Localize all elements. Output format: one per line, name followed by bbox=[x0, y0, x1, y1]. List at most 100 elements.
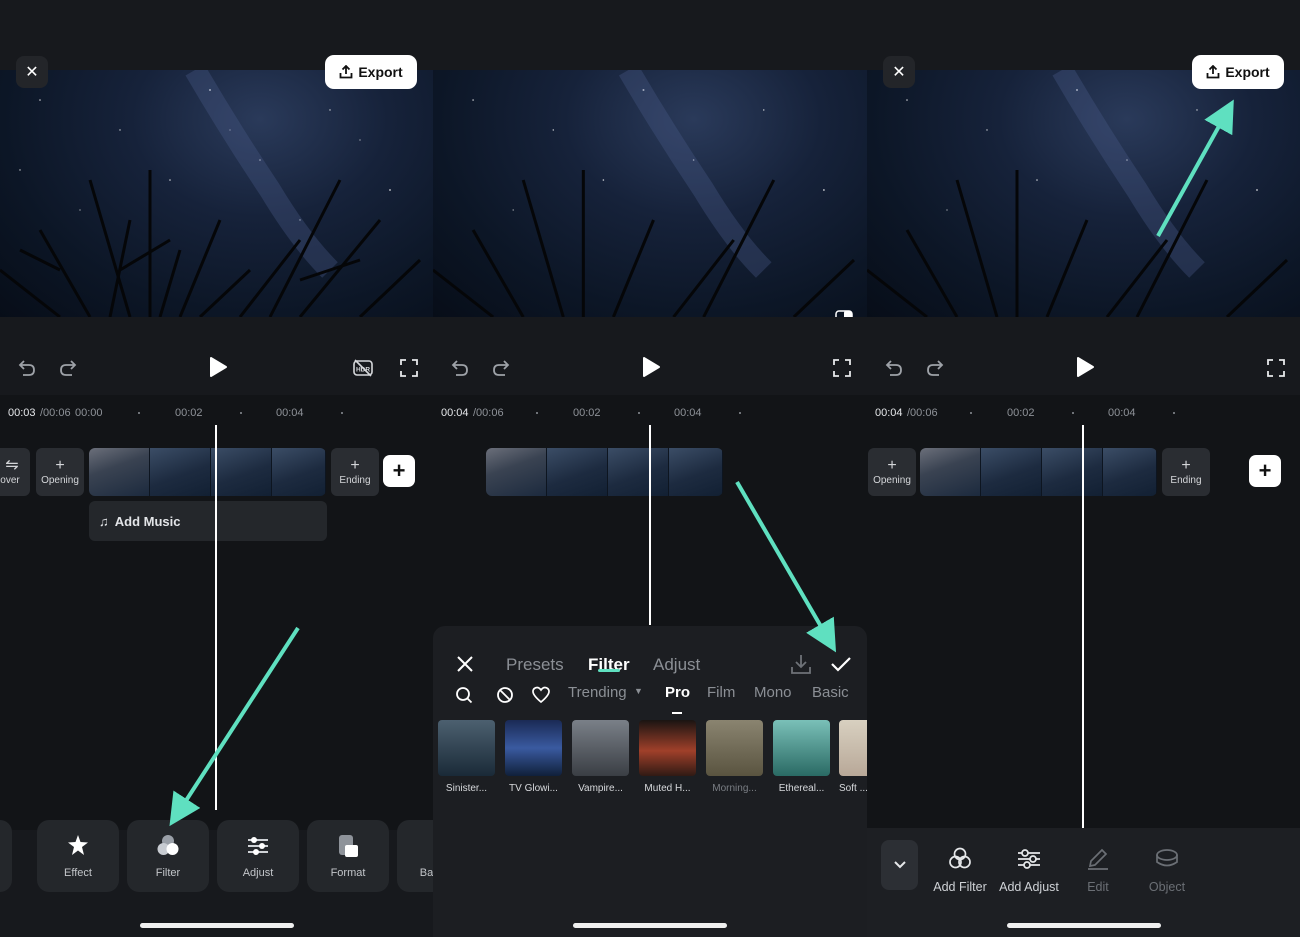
search-icon[interactable] bbox=[455, 686, 473, 704]
playhead[interactable] bbox=[1082, 425, 1084, 828]
opening-button[interactable]: + Opening bbox=[36, 448, 84, 496]
filter-tool-button[interactable]: Filter bbox=[127, 820, 209, 892]
add-clip-button[interactable]: + bbox=[1249, 455, 1281, 487]
chevron-down-icon[interactable]: ▼ bbox=[634, 686, 643, 696]
edit-pencil-icon bbox=[1085, 846, 1111, 872]
playback-controls: HDR bbox=[0, 317, 433, 395]
share-upload-icon bbox=[1206, 65, 1220, 79]
category-trending[interactable]: Trending bbox=[568, 684, 627, 701]
timeline[interactable]: 00:04 /00:06 00:02 00:04 + Opening + End… bbox=[867, 395, 1300, 828]
favorites-heart-icon[interactable] bbox=[532, 686, 550, 704]
video-preview[interactable] bbox=[433, 70, 867, 317]
total-duration: /00:06 bbox=[473, 407, 504, 419]
category-film[interactable]: Film bbox=[707, 684, 735, 701]
filter-thumb-sinister[interactable]: Sinister... bbox=[438, 720, 495, 794]
ruler-label: 00:02 bbox=[175, 407, 203, 419]
close-button[interactable]: ✕ bbox=[16, 56, 48, 88]
add-music-button[interactable]: ♫ Add Music bbox=[89, 501, 327, 541]
play-icon[interactable] bbox=[1075, 356, 1095, 378]
background-icon bbox=[425, 833, 433, 859]
category-pro[interactable]: Pro bbox=[665, 684, 690, 701]
redo-icon[interactable] bbox=[490, 357, 512, 379]
category-basic[interactable]: Basic bbox=[812, 684, 849, 701]
download-icon[interactable] bbox=[789, 652, 813, 676]
total-duration: /00:06 bbox=[40, 407, 71, 419]
current-time: 00:03 bbox=[8, 407, 36, 419]
ruler-label: 00:04 bbox=[1108, 407, 1136, 419]
adjust-tool-button[interactable]: Adjust bbox=[217, 820, 299, 892]
filter-thumb-soft[interactable]: Soft ... bbox=[839, 720, 867, 794]
edit-toolbar: Add Filter Add Adjust Edit Object bbox=[867, 828, 1300, 937]
play-icon[interactable] bbox=[641, 356, 661, 378]
video-clip[interactable] bbox=[89, 448, 326, 496]
redo-icon[interactable] bbox=[924, 357, 946, 379]
timeline[interactable]: 00:03 /00:06 00:00 00:02 00:04 ⇋ over + … bbox=[0, 395, 433, 830]
home-indicator bbox=[1007, 923, 1161, 928]
music-note-icon: ♫ bbox=[99, 514, 109, 529]
fullscreen-icon[interactable] bbox=[831, 357, 853, 379]
ending-button[interactable]: + Ending bbox=[1162, 448, 1210, 496]
filter-thumb-morning[interactable]: Morning... bbox=[706, 720, 763, 794]
undo-icon[interactable] bbox=[16, 357, 38, 379]
plus-icon: + bbox=[1181, 459, 1190, 473]
adjust-icon bbox=[245, 833, 271, 859]
night-sky-image bbox=[867, 70, 1300, 317]
video-preview[interactable] bbox=[0, 70, 433, 317]
category-mono[interactable]: Mono bbox=[754, 684, 792, 701]
filter-thumb-vampire[interactable]: Vampire... bbox=[572, 720, 629, 794]
night-sky-image bbox=[433, 70, 867, 317]
playback-controls bbox=[433, 317, 867, 395]
add-filter-button[interactable]: Add Filter bbox=[925, 846, 995, 894]
format-icon bbox=[335, 833, 361, 859]
format-tool-button[interactable]: Format bbox=[307, 820, 389, 892]
object-button[interactable]: Object bbox=[1132, 846, 1202, 894]
play-icon[interactable] bbox=[208, 356, 228, 378]
hdr-off-icon[interactable]: HDR bbox=[352, 357, 374, 379]
tab-filter[interactable]: Filter bbox=[588, 655, 630, 675]
close-sheet-icon[interactable] bbox=[455, 654, 475, 674]
video-clip[interactable] bbox=[920, 448, 1157, 496]
playhead[interactable] bbox=[215, 425, 217, 810]
cover-chip[interactable]: ⇋ over bbox=[0, 448, 30, 496]
plus-icon: + bbox=[887, 459, 896, 473]
tab-adjust[interactable]: Adjust bbox=[653, 655, 700, 675]
current-time: 00:04 bbox=[441, 407, 469, 419]
video-preview[interactable] bbox=[867, 70, 1300, 317]
collapse-button[interactable] bbox=[881, 840, 918, 890]
share-upload-icon bbox=[339, 65, 353, 79]
tab-presets[interactable]: Presets bbox=[506, 655, 564, 675]
tool-partial[interactable] bbox=[0, 820, 12, 892]
filter-thumb-ethereal[interactable]: Ethereal... bbox=[773, 720, 830, 794]
close-button[interactable]: ✕ bbox=[883, 56, 915, 88]
opening-label: Opening bbox=[873, 475, 911, 486]
ending-button[interactable]: + Ending bbox=[331, 448, 379, 496]
confirm-check-icon[interactable] bbox=[829, 652, 853, 676]
add-adjust-button[interactable]: Add Adjust bbox=[994, 846, 1064, 894]
filter-thumb-muted-h[interactable]: Muted H... bbox=[639, 720, 696, 794]
filter-thumb-tv-glowing[interactable]: TV Glowi... bbox=[505, 720, 562, 794]
bottom-toolbar: Effect Filter Adjust Format Back bbox=[0, 818, 433, 898]
object-icon bbox=[1154, 846, 1180, 872]
add-clip-button[interactable]: + bbox=[383, 455, 415, 487]
active-category-indicator bbox=[672, 712, 682, 714]
redo-icon[interactable] bbox=[57, 357, 79, 379]
filter-icon bbox=[155, 833, 181, 859]
no-filter-icon[interactable] bbox=[496, 686, 514, 704]
fullscreen-icon[interactable] bbox=[1265, 357, 1287, 379]
effect-tool-button[interactable]: Effect bbox=[37, 820, 119, 892]
playhead[interactable] bbox=[649, 425, 651, 625]
undo-icon[interactable] bbox=[449, 357, 471, 379]
top-bar bbox=[433, 0, 867, 70]
opening-button[interactable]: + Opening bbox=[868, 448, 916, 496]
undo-icon[interactable] bbox=[883, 357, 905, 379]
add-music-label: Add Music bbox=[115, 514, 181, 529]
video-clip[interactable] bbox=[486, 448, 723, 496]
export-button[interactable]: Export bbox=[1192, 55, 1284, 89]
add-filter-icon bbox=[947, 846, 973, 872]
time-ruler: 00:04 /00:06 00:02 00:04 bbox=[433, 407, 867, 421]
background-tool-button[interactable]: Back bbox=[397, 820, 433, 892]
panel-timeline-view: ✕ Export HDR 00:03 /00:06 00:00 00:02 00… bbox=[0, 0, 433, 937]
export-button[interactable]: Export bbox=[325, 55, 417, 89]
edit-button[interactable]: Edit bbox=[1063, 846, 1133, 894]
fullscreen-icon[interactable] bbox=[398, 357, 420, 379]
